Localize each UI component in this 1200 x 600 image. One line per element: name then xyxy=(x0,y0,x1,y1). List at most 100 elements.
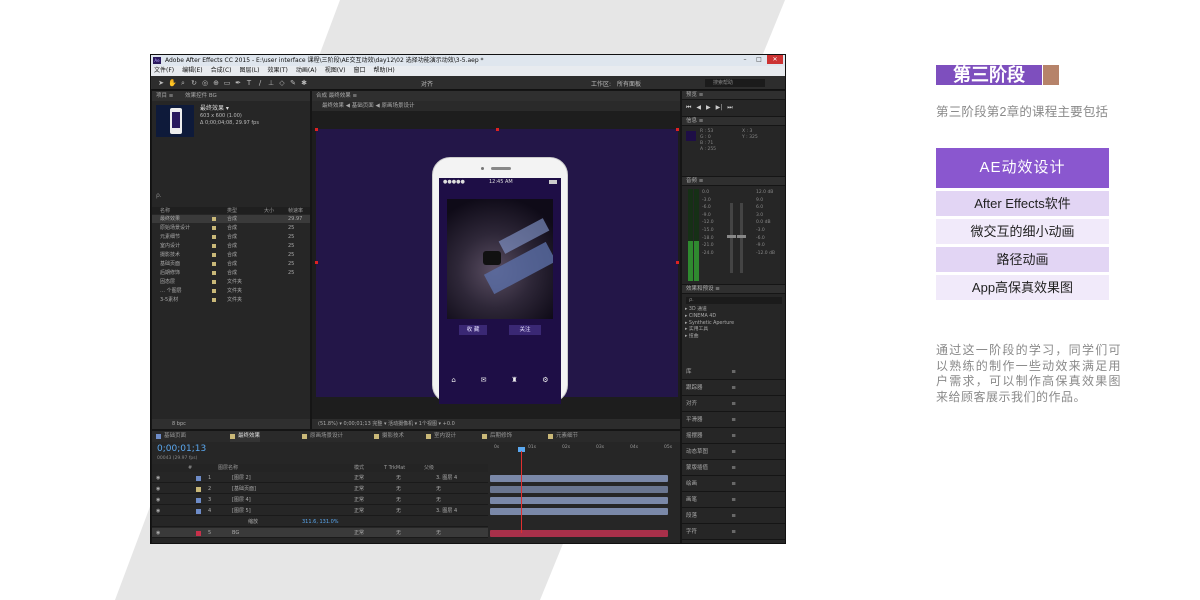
menu-effect[interactable]: 效果(T) xyxy=(268,66,288,76)
panel-tab[interactable]: 库 ≡ xyxy=(682,364,785,380)
layer-name[interactable]: [基础页面] xyxy=(232,484,256,494)
rotate-tool-icon[interactable]: ↻ xyxy=(190,79,198,87)
audio-slider-left[interactable] xyxy=(730,203,733,273)
panel-tab[interactable]: 动态草图 ≡ xyxy=(682,444,785,460)
collect-button[interactable]: 收 藏 xyxy=(459,325,487,335)
panel-tab[interactable]: 摇摆器 ≡ xyxy=(682,428,785,444)
composition-tab[interactable]: 合成 最终效果 ≡ xyxy=(316,93,357,99)
layer-label-color[interactable] xyxy=(196,509,201,514)
timeline-layer[interactable]: ◉ 2 [基础页面] 正常 无 无 xyxy=(152,484,488,494)
layer-handle[interactable] xyxy=(676,128,679,131)
column-mode[interactable]: 模式 xyxy=(354,464,364,472)
layer-parent-select[interactable]: 3. 图层 4 xyxy=(436,473,457,483)
layer-trkmat-select[interactable]: 无 xyxy=(396,484,401,494)
timeline-tab[interactable]: 最终效果 xyxy=(230,431,261,442)
timeline-layer[interactable]: ◉ 5 BG 正常 无 无 xyxy=(152,528,488,538)
timeline-layer[interactable]: ◉ 1 [图层 2] 正常 无 3. 图层 4 xyxy=(152,473,488,483)
layer-handle[interactable] xyxy=(676,261,679,264)
panel-menu-icon[interactable]: ≡ xyxy=(731,380,736,396)
last-frame-icon[interactable]: ⏭ xyxy=(727,104,732,112)
layer-handle[interactable] xyxy=(315,128,318,131)
audio-panel-title[interactable]: 音频 ≡ xyxy=(682,177,785,186)
layer-trkmat-select[interactable]: 无 xyxy=(396,506,401,516)
timeline-tab[interactable]: 元素细节 xyxy=(548,431,578,442)
menu-edit[interactable]: 编辑(E) xyxy=(182,66,202,76)
layer-mode-select[interactable]: 正常 xyxy=(354,473,364,483)
pen-tool-icon[interactable]: ✒ xyxy=(234,79,242,87)
timeline-tab[interactable]: 后期修饰 xyxy=(482,431,512,442)
timeline-layer[interactable]: ◉ 3 [图层 4] 正常 无 无 xyxy=(152,495,488,505)
column-parent[interactable]: 父级 xyxy=(424,464,434,472)
close-button[interactable]: ✕ xyxy=(767,55,783,64)
menu-animation[interactable]: 动画(A) xyxy=(296,66,317,76)
camera-tool-icon[interactable]: ◎ xyxy=(201,79,209,87)
panel-menu-icon[interactable]: ≡ xyxy=(731,508,736,524)
composition-canvas[interactable]: ●●●●● 12:45 AM 收 藏 关注 ⌂ ✉ ♜ ⚙ xyxy=(315,128,679,404)
maximize-button[interactable]: □ xyxy=(753,55,765,64)
panel-tab[interactable]: 跟踪器 ≡ xyxy=(682,380,785,396)
panel-tab[interactable]: 字符 ≡ xyxy=(682,524,785,540)
visibility-eye-icon[interactable]: ◉ xyxy=(156,473,160,483)
timeline-tab[interactable]: 原画场景设计 xyxy=(302,431,343,442)
align-label[interactable]: 对齐 xyxy=(421,79,433,88)
column-fps[interactable]: 帧速率 xyxy=(288,207,303,214)
project-item[interactable]: 后期修饰 合成 25 xyxy=(152,269,310,277)
panel-tab[interactable]: 蒙版插值 ≡ xyxy=(682,460,785,476)
effect-controls-tab[interactable]: 效果控件 BG xyxy=(185,93,217,99)
layer-parent-select[interactable]: 无 xyxy=(436,484,441,494)
project-item[interactable]: 摄影技术 合成 25 xyxy=(152,251,310,259)
composition-footer[interactable]: (51.8%) ▾ 0;00;01;13 完整 ▾ 活动摄像机 ▾ 1个视图 ▾… xyxy=(312,419,680,429)
column-size[interactable]: 大小 xyxy=(264,207,274,214)
layer-trkmat-select[interactable]: 无 xyxy=(396,473,401,483)
layer-parent-select[interactable]: 无 xyxy=(436,495,441,505)
time-ruler[interactable]: 0s 01s 02s 03s 04s 05s xyxy=(490,443,672,463)
effects-category[interactable]: ▸ CINEMA 4D xyxy=(685,314,785,321)
settings-icon[interactable]: ⚙ xyxy=(542,376,548,386)
panel-menu-icon[interactable]: ≡ xyxy=(731,476,736,492)
project-item[interactable]: 3-5素材 文件夹 xyxy=(152,296,310,304)
layer-duration-bar[interactable] xyxy=(490,486,668,493)
layer-label-color[interactable] xyxy=(196,531,201,536)
layer-label-color[interactable] xyxy=(196,498,201,503)
project-item[interactable]: 基础页面 合成 25 xyxy=(152,260,310,268)
panel-menu-icon[interactable]: ≡ xyxy=(731,364,736,380)
puppet-tool-icon[interactable]: ✱ xyxy=(300,79,308,87)
menu-window[interactable]: 窗口 xyxy=(353,66,365,76)
audio-slider-right[interactable] xyxy=(740,203,743,273)
project-item[interactable]: … 个图层 文件夹 xyxy=(152,287,310,295)
effects-category[interactable]: ▸ 扭曲 xyxy=(685,334,785,341)
layer-parent-select[interactable]: 无 xyxy=(436,528,441,538)
first-frame-icon[interactable]: ⏮ xyxy=(686,104,691,112)
layer-name[interactable]: [图层 5] xyxy=(232,506,251,516)
layer-trkmat-select[interactable]: 无 xyxy=(396,495,401,505)
menu-help[interactable]: 帮助(H) xyxy=(374,66,395,76)
effects-presets-title[interactable]: 效果和预设 ≡ xyxy=(682,285,785,294)
audio-knob-right[interactable] xyxy=(737,235,746,238)
prev-frame-icon[interactable]: ◀ xyxy=(696,104,701,112)
layer-handle[interactable] xyxy=(315,261,318,264)
layer-name[interactable]: [图层 2] xyxy=(232,473,251,483)
panel-tab[interactable]: 段落 ≡ xyxy=(682,508,785,524)
menu-file[interactable]: 文件(F) xyxy=(154,66,174,76)
bell-icon[interactable]: ♜ xyxy=(511,376,517,386)
layer-mode-select[interactable]: 正常 xyxy=(354,495,364,505)
brush-tool-icon[interactable]: / xyxy=(256,79,264,87)
panel-menu-icon[interactable]: ≡ xyxy=(731,492,736,508)
layer-mode-select[interactable]: 正常 xyxy=(354,484,364,494)
layer-trkmat-select[interactable]: 无 xyxy=(396,528,401,538)
layer-duration-bar[interactable] xyxy=(490,530,668,537)
timeline-tab[interactable]: 摄影技术 xyxy=(374,431,404,442)
layer-duration-bar[interactable] xyxy=(490,497,668,504)
visibility-eye-icon[interactable]: ◉ xyxy=(156,484,160,494)
layer-duration-bar[interactable] xyxy=(490,475,668,482)
project-item[interactable]: 最终效果 合成 29.97 xyxy=(152,215,310,223)
layer-label-color[interactable] xyxy=(196,476,201,481)
follow-button[interactable]: 关注 xyxy=(509,325,541,335)
column-type[interactable]: 类型 xyxy=(227,207,237,214)
layer-name[interactable]: BG xyxy=(232,528,239,538)
effects-search-input[interactable]: ρ. xyxy=(686,297,782,304)
layer-name[interactable]: [图层 4] xyxy=(232,495,251,505)
panel-menu-icon[interactable]: ≡ xyxy=(731,396,736,412)
next-frame-icon[interactable]: ▶| xyxy=(716,104,723,112)
help-search-input[interactable]: 搜索帮助 xyxy=(705,79,765,87)
